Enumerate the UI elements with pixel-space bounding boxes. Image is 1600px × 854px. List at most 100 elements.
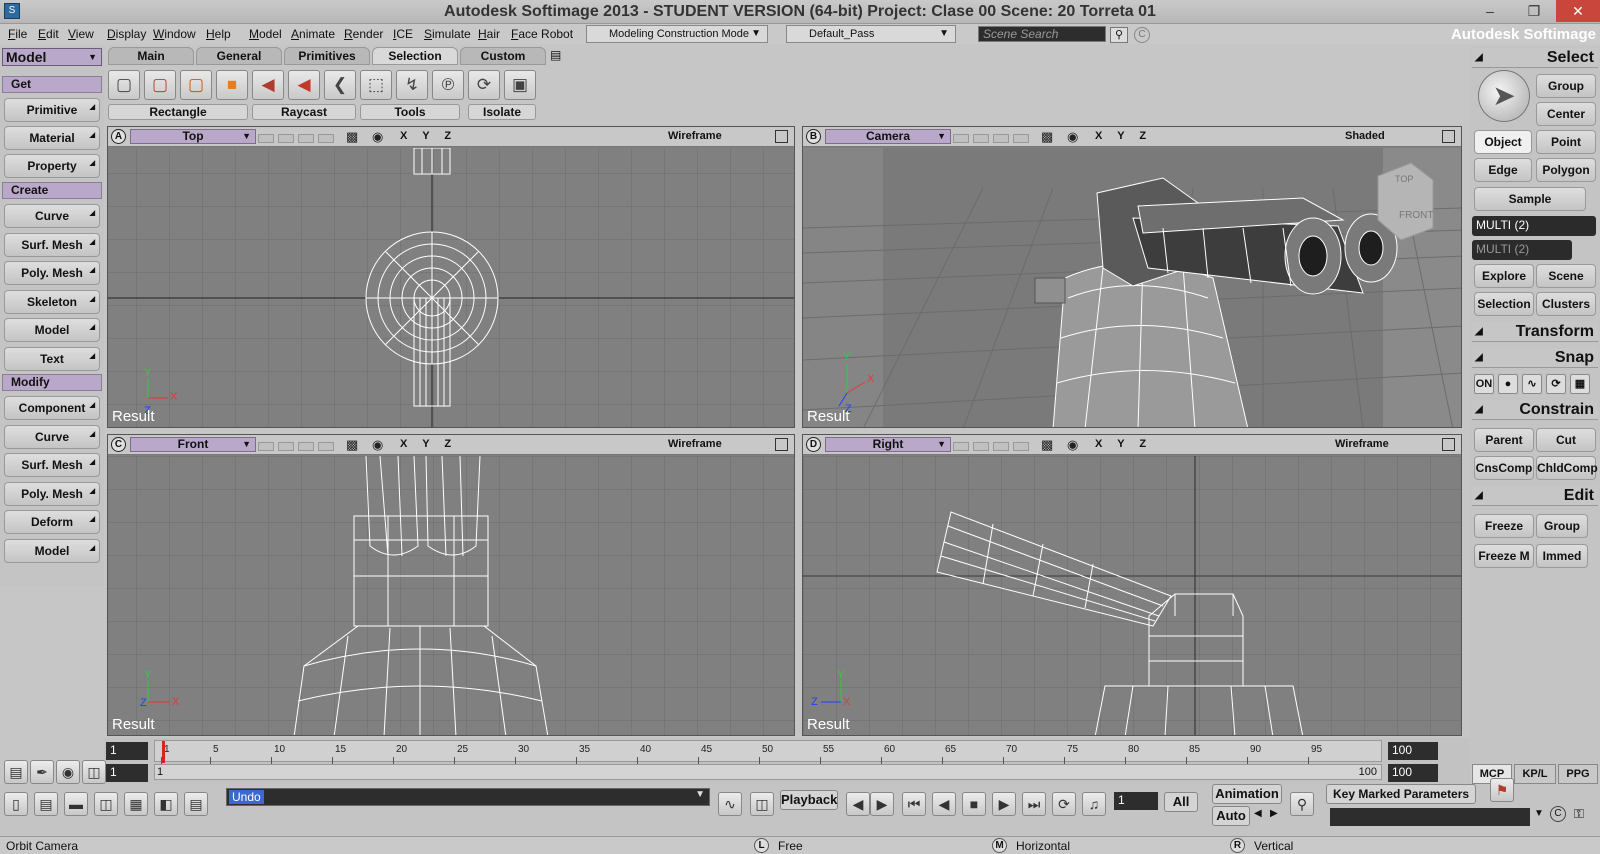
clear-search-icon[interactable]: C [1134,27,1150,43]
select-raycast-poly-icon[interactable]: ◀ [288,70,320,100]
create-text-button[interactable]: Text ◢ [4,347,100,371]
snap-header[interactable]: ◢ Snap [1472,348,1598,368]
maximize-viewport-icon[interactable] [775,438,788,451]
script-editor-icon[interactable]: ∿ [718,792,742,816]
tab-primitives[interactable]: Primitives [284,47,370,65]
eye-icon[interactable]: ◉ [372,129,383,145]
viewport-letter[interactable]: D [806,437,821,452]
section-modify[interactable]: Modify [2,374,102,391]
brush-icon[interactable]: ✒ [30,760,54,784]
select-arrow-icon[interactable]: ❮ [324,70,356,100]
rectangle-select-icon[interactable]: ⬚ [360,70,392,100]
menu-render[interactable]: Render [344,27,383,41]
loop-icon[interactable]: ⟳ [1052,792,1076,816]
snap-grid-icon[interactable]: ▦ [1570,374,1590,394]
tab-selection[interactable]: Selection [372,47,458,65]
stop-icon[interactable]: ■ [962,792,986,816]
polygon-button[interactable]: Polygon [1536,158,1596,182]
all-button[interactable]: All [1164,792,1198,812]
menu-display[interactable]: Display [107,27,146,41]
menu-simulate[interactable]: Simulate [424,27,471,41]
modify-surf-mesh-button[interactable]: Surf. Mesh ◢ [4,453,100,477]
tab-ppg[interactable]: PPG [1558,764,1598,784]
select-tool-icon[interactable]: ➤ [1478,70,1530,122]
eye-icon[interactable]: ◉ [1067,129,1078,145]
next-key-icon[interactable]: ▶ [870,792,894,816]
select-object-icon[interactable]: ▢ [108,70,140,100]
viewport-letter[interactable]: C [111,437,126,452]
freeform-select-icon[interactable]: ℗ [432,70,464,100]
tab-kpl[interactable]: KP/L [1514,764,1556,784]
range-end-field[interactable]: 100 [1388,764,1438,782]
animation-button[interactable]: Animation [1212,784,1282,804]
point-button[interactable]: Point [1536,130,1596,154]
viewport-canvas[interactable]: Y X Z Result [803,456,1461,735]
toolbox-icon[interactable]: ◫ [750,792,774,816]
select-header[interactable]: ◢ Select [1472,48,1598,68]
construction-mode-select[interactable]: Modeling Construction Mode ▼ [586,25,768,43]
freeze-m-button[interactable]: Freeze M [1474,544,1534,568]
layout-icon[interactable]: ▤ [4,760,28,784]
center-button[interactable]: Center [1536,102,1596,126]
viewport-c-front[interactable]: C Front ▼ ▩ ◉ X Y Z Wireframe Y X Z Resu… [107,434,795,736]
snap-point-icon[interactable]: ● [1498,374,1518,394]
sample-button[interactable]: Sample [1474,187,1586,211]
edit-group-button[interactable]: Group [1536,514,1588,538]
viewport-camera-select[interactable]: Top ▼ [130,129,256,144]
rectangle-button[interactable]: Rectangle [108,104,248,120]
viewport-letter[interactable]: B [806,129,821,144]
viewport-camera-select[interactable]: Right ▼ [825,437,951,452]
prev-key-icon[interactable]: ◀ [846,792,870,816]
panel-toggle-icon[interactable]: ◫ [82,760,106,784]
snap-curve-icon[interactable]: ∿ [1522,374,1542,394]
layout-3-icon[interactable]: ▬ [64,792,88,816]
menu-hair[interactable]: Hair [478,27,500,41]
render-pass-select[interactable]: Default_Pass ▼ [786,25,956,43]
viewport-canvas[interactable]: TOP FRONT Y X Z Result [803,148,1461,427]
layout-2-icon[interactable]: ▤ [34,792,58,816]
maximize-icon[interactable]: ❐ [1512,0,1556,22]
snap-on-toggle[interactable]: ON [1474,374,1494,394]
chldcomp-button[interactable]: ChldComp [1536,456,1598,480]
key-icon[interactable]: ⚲ [1290,792,1314,816]
auto-key-button[interactable]: Auto [1212,806,1250,826]
cycle-select-icon[interactable]: ⟳ [468,70,500,100]
play-forward-icon[interactable]: ▶ [992,792,1016,816]
transform-header[interactable]: ◢ Transform [1472,322,1598,342]
clusters-button[interactable]: Clusters [1536,292,1596,316]
key-marked-parameters-button[interactable]: Key Marked Parameters [1326,784,1476,804]
layout-split-icon[interactable]: ◧ [154,792,178,816]
isolate-button[interactable]: Isolate [468,104,536,120]
create-poly-mesh-button[interactable]: Poly. Mesh ◢ [4,261,100,285]
axis-constraint-xyz[interactable]: X Y Z [1095,438,1152,450]
cnscomp-button[interactable]: CnsComp [1474,456,1534,480]
viewport-canvas[interactable]: Y X Z Result [108,456,794,735]
marked-parameters-field[interactable] [1330,808,1530,826]
select-raycast-icon[interactable]: ◀ [252,70,284,100]
timeline-ruler[interactable]: 1 5 10 15 20 25 30 35 40 45 50 55 60 65 70 75 80 85 90 95 [154,740,1382,765]
parent-button[interactable]: Parent [1474,428,1534,452]
camera-icon[interactable]: ▩ [1041,129,1053,145]
menu-window[interactable]: Window [153,27,196,41]
select-edge-icon[interactable]: ▢ [180,70,212,100]
search-icon[interactable]: ⚲ [1110,27,1128,43]
select-point-icon[interactable]: ▢ [144,70,176,100]
keyframe-icon[interactable]: ⚑ [1490,778,1514,802]
selection-button[interactable]: Selection [1474,292,1534,316]
tab-general[interactable]: General [196,47,282,65]
modify-model-button[interactable]: Model ◢ [4,539,100,563]
viewport-memo-slots[interactable] [953,440,1033,454]
menu-model[interactable]: Model [249,27,282,41]
clear-icon[interactable]: C [1550,806,1566,822]
timeline-start-field[interactable]: 1 [106,742,148,760]
edge-button[interactable]: Edge [1474,158,1532,182]
maximize-viewport-icon[interactable] [1442,438,1455,451]
command-line-input[interactable]: Undo ▼ [226,788,710,806]
scene-search-input[interactable]: Scene Search [978,26,1106,42]
play-backward-icon[interactable]: ◀ [932,792,956,816]
tab-main[interactable]: Main [108,47,194,65]
next-key-arrow-icon[interactable]: ▶ [1270,808,1278,819]
menu-face-robot[interactable]: Face Robot [511,27,573,41]
menu-view[interactable]: View [68,27,94,41]
eye-icon[interactable]: ◉ [372,437,383,453]
